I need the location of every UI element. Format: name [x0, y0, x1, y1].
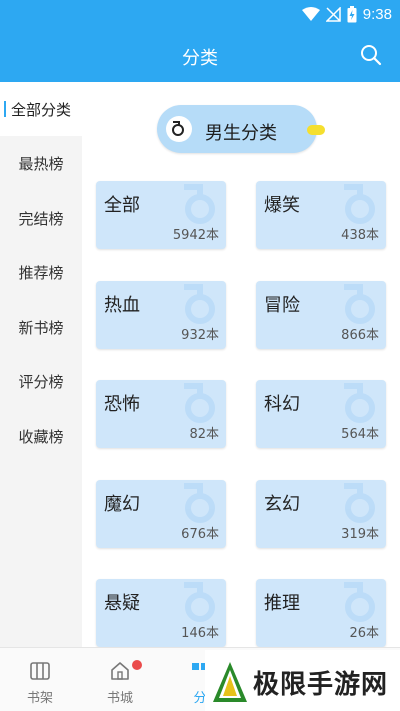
search-button[interactable]	[360, 44, 382, 66]
category-name: 爆笑	[264, 195, 300, 216]
male-category-toggle[interactable]: 男生分类	[157, 105, 317, 153]
male-symbol-icon	[344, 284, 375, 324]
status-time: 9:38	[362, 5, 392, 23]
category-card-mystery[interactable]: 推理 26本	[256, 579, 386, 647]
watermark-text: 极限手游网	[253, 670, 389, 700]
battery-charging-icon	[347, 5, 357, 22]
category-name: 推理	[264, 593, 300, 614]
male-symbol-icon	[184, 582, 215, 622]
category-count: 82本	[189, 427, 219, 442]
category-name: 魔幻	[104, 494, 140, 515]
category-count: 146本	[181, 626, 219, 641]
status-icons: 9:38	[301, 4, 392, 24]
category-panel: 男生分类 全部 5942本 爆笑 438本 热血 932本 冒险 866本 恐怖…	[82, 82, 400, 647]
sidebar-item-all-categories[interactable]: 全部分类	[0, 82, 82, 136]
male-symbol-icon	[344, 184, 375, 224]
category-count: 564本	[341, 427, 379, 442]
category-count: 26本	[349, 626, 379, 641]
category-count: 866本	[341, 328, 379, 343]
category-name: 冒险	[264, 295, 300, 316]
gender-label: 男生分类	[205, 123, 277, 144]
category-count: 438本	[341, 228, 379, 243]
category-name: 科幻	[264, 394, 300, 415]
male-symbol-icon	[184, 284, 215, 324]
home-icon	[111, 662, 129, 680]
category-name: 全部	[104, 195, 140, 216]
sidebar-item-new-books[interactable]: 新书榜	[0, 300, 82, 354]
category-card-magic[interactable]: 魔幻 676本	[96, 480, 226, 548]
category-count: 676本	[181, 527, 219, 542]
status-bar: 9:38	[0, 0, 400, 28]
male-symbol-icon	[184, 184, 215, 224]
category-card-comedy[interactable]: 爆笑 438本	[256, 181, 386, 249]
male-symbol-icon	[166, 116, 192, 142]
category-card-horror[interactable]: 恐怖 82本	[96, 380, 226, 448]
tab-bookstore[interactable]: 书城	[80, 648, 160, 711]
category-count: 319本	[341, 527, 379, 542]
male-symbol-icon	[184, 383, 215, 423]
bookshelf-icon	[30, 662, 50, 680]
sidebar-item-hottest[interactable]: 最热榜	[0, 136, 82, 190]
category-count: 932本	[181, 328, 219, 343]
page-title: 分类	[182, 48, 218, 69]
category-card-adventure[interactable]: 冒险 866本	[256, 281, 386, 349]
category-card-suspense[interactable]: 悬疑 146本	[96, 579, 226, 647]
tab-bookshelf[interactable]: 书架	[0, 648, 80, 711]
sidebar-item-recommended[interactable]: 推荐榜	[0, 245, 82, 299]
category-card-scifi[interactable]: 科幻 564本	[256, 380, 386, 448]
category-card-fantasy[interactable]: 玄幻 319本	[256, 480, 386, 548]
sidebar-item-favorites[interactable]: 收藏榜	[0, 409, 82, 463]
category-card-action[interactable]: 热血 932本	[96, 281, 226, 349]
sidebar-item-rating[interactable]: 评分榜	[0, 354, 82, 408]
category-name: 悬疑	[104, 593, 140, 614]
male-symbol-icon	[344, 383, 375, 423]
tab-label: 书城	[106, 691, 133, 706]
wifi-icon	[301, 7, 320, 21]
sidebar-item-completed[interactable]: 完结榜	[0, 191, 82, 245]
notification-badge	[132, 660, 142, 670]
search-icon	[361, 45, 382, 66]
category-count: 5942本	[172, 228, 219, 243]
male-symbol-icon	[344, 483, 375, 523]
leaf-logo-icon	[213, 662, 247, 702]
category-name: 恐怖	[104, 394, 140, 415]
tab-label: 书架	[26, 691, 53, 706]
category-name: 热血	[104, 295, 140, 316]
sidebar: 全部分类 最热榜 完结榜 推荐榜 新书榜 评分榜 收藏榜	[0, 82, 82, 647]
app-bar: 分类	[0, 28, 400, 82]
no-signal-icon	[325, 6, 341, 22]
category-card-all[interactable]: 全部 5942本	[96, 181, 226, 249]
male-symbol-icon	[344, 582, 375, 622]
male-symbol-icon	[184, 483, 215, 523]
watermark-logo: 极限手游网	[205, 650, 400, 711]
yellow-dot-decoration	[307, 125, 325, 135]
category-name: 玄幻	[264, 494, 300, 515]
